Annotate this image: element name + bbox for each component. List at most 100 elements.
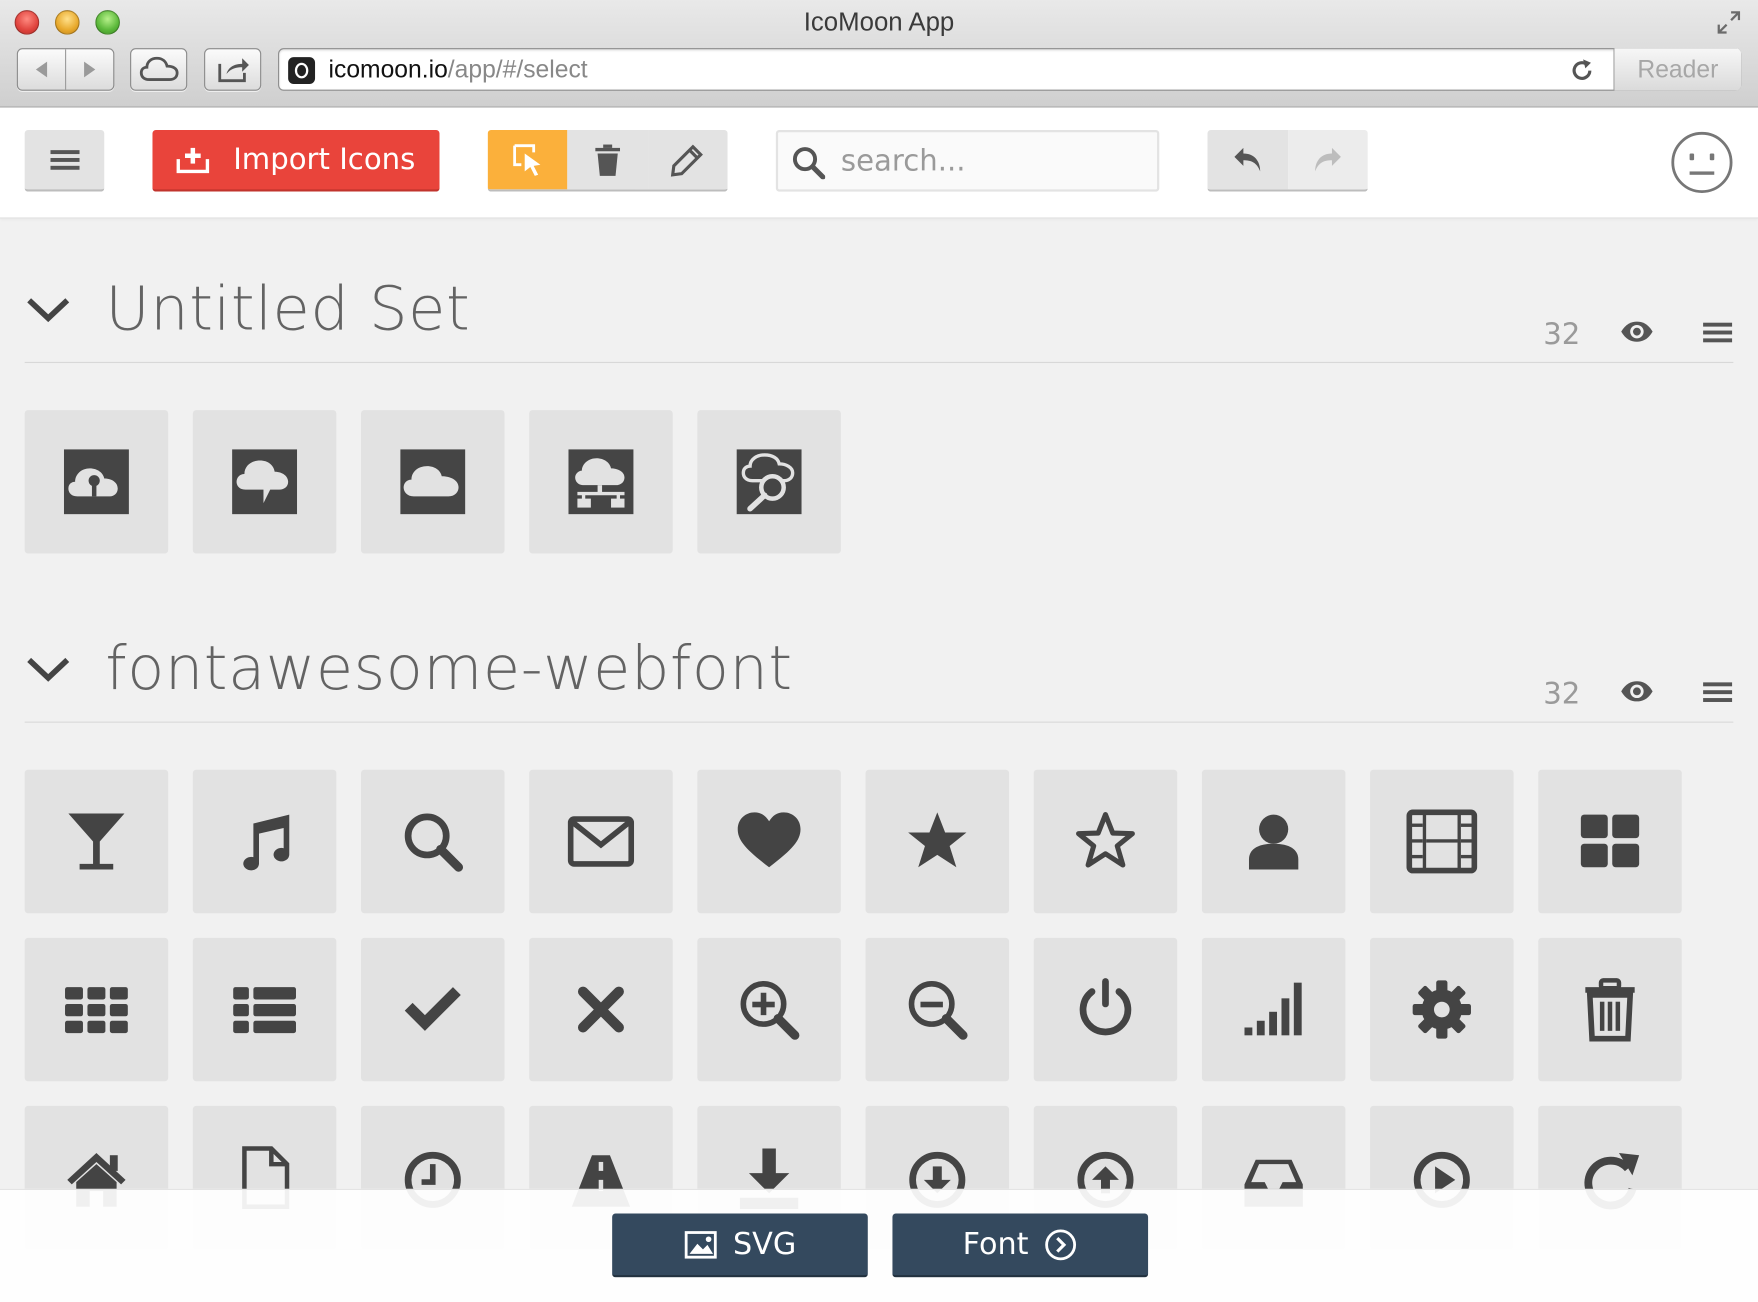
import-icons-button[interactable]: Import Icons xyxy=(152,129,440,192)
icon-tile[interactable] xyxy=(865,937,1010,1082)
back-forward-buttons xyxy=(16,48,115,91)
music-icon xyxy=(243,814,290,871)
icon-tile[interactable] xyxy=(192,769,337,914)
address-bar[interactable]: icomoon.io/app/#/select Reader xyxy=(278,48,1742,91)
envelope-icon xyxy=(567,816,635,867)
fullscreen-icon[interactable] xyxy=(1715,9,1742,36)
svg-label: SVG xyxy=(732,1226,797,1262)
user-icon xyxy=(1248,814,1299,870)
icon-tile[interactable] xyxy=(1033,769,1178,914)
set-title[interactable]: fontawesome-webfont xyxy=(105,633,792,704)
hamburger-icon xyxy=(49,149,80,170)
icon-tile[interactable] xyxy=(192,937,337,1082)
icon-tile[interactable] xyxy=(1033,937,1178,1082)
chevron-right-circle-icon xyxy=(1045,1228,1077,1260)
icon-tile[interactable] xyxy=(1370,769,1514,914)
back-button[interactable] xyxy=(18,49,67,90)
icon-tile[interactable] xyxy=(697,769,841,914)
heart-icon xyxy=(737,812,801,868)
icon-tile[interactable] xyxy=(529,769,673,914)
url-text: icomoon.io/app/#/select xyxy=(328,54,588,83)
set-header-fontawesome: fontawesome-webfont 32 xyxy=(24,633,1734,723)
delete-mode-button[interactable] xyxy=(567,129,648,190)
star-icon xyxy=(908,812,967,868)
remove-icon xyxy=(577,986,624,1033)
select-mode-button[interactable] xyxy=(487,129,568,190)
icon-tile[interactable] xyxy=(24,937,169,1082)
set-title[interactable]: Untitled Set xyxy=(105,273,470,344)
select-pointer-icon xyxy=(512,143,541,176)
icon-tile[interactable] xyxy=(24,410,169,554)
icon-tile[interactable] xyxy=(697,410,841,554)
set-menu-icon[interactable] xyxy=(1703,322,1733,344)
font-label: Font xyxy=(962,1226,1029,1262)
search-icon xyxy=(792,147,826,180)
icon-tile[interactable] xyxy=(1538,937,1682,1082)
star-empty-icon xyxy=(1076,812,1135,868)
th-list-icon xyxy=(233,987,296,1034)
cloud-upload-icon xyxy=(63,449,129,515)
image-icon xyxy=(684,1230,717,1259)
generate-font-button[interactable]: Font xyxy=(892,1213,1149,1278)
trash-icon xyxy=(1585,978,1635,1042)
signal-icon xyxy=(1244,982,1302,1036)
forward-button[interactable] xyxy=(66,49,113,89)
back-arrow-icon xyxy=(35,61,48,78)
chevron-down-icon[interactable] xyxy=(25,647,72,692)
icon-tile[interactable] xyxy=(1201,769,1346,914)
set-menu-icon[interactable] xyxy=(1703,681,1733,703)
cloud-icon xyxy=(139,56,178,81)
share-icon xyxy=(217,58,249,83)
main-menu-button[interactable] xyxy=(24,129,105,192)
edit-mode-button[interactable] xyxy=(647,129,728,190)
icon-tile[interactable] xyxy=(361,410,505,554)
icon-tile[interactable] xyxy=(24,769,169,914)
off-icon xyxy=(1079,978,1132,1036)
search-box xyxy=(775,129,1160,192)
set-header-untitled: Untitled Set 32 xyxy=(24,273,1734,364)
film-icon xyxy=(1406,809,1478,874)
share-button[interactable] xyxy=(204,48,262,91)
icloud-tabs-button[interactable] xyxy=(130,48,188,91)
icon-tile[interactable] xyxy=(529,410,673,554)
app-toolbar: Import Icons xyxy=(0,107,1758,219)
icon-tile[interactable] xyxy=(1538,769,1682,914)
cloud-chat-icon xyxy=(232,449,298,515)
zoom-in-icon xyxy=(740,980,800,1040)
favicon-icon xyxy=(288,57,316,85)
icon-tile[interactable] xyxy=(529,937,673,1082)
generate-svg-button[interactable]: SVG xyxy=(612,1213,868,1278)
eye-icon[interactable] xyxy=(1620,678,1654,705)
redo-icon xyxy=(1315,147,1342,171)
undo-icon xyxy=(1234,147,1260,171)
icon-tile[interactable] xyxy=(361,937,505,1082)
icon-tile[interactable] xyxy=(1370,937,1514,1082)
cog-icon xyxy=(1412,980,1471,1039)
reader-button[interactable]: Reader xyxy=(1613,48,1742,91)
pencil-icon xyxy=(671,144,704,177)
cloud-icon xyxy=(400,449,466,515)
app-window: IcoMoon App icomoon.io/app/#/select Read… xyxy=(0,0,1758,1302)
chevron-down-icon[interactable] xyxy=(25,287,72,332)
icon-tile[interactable] xyxy=(361,769,505,914)
icon-tile[interactable] xyxy=(1201,937,1346,1082)
browser-titlebar: IcoMoon App icomoon.io/app/#/select Read… xyxy=(0,0,1758,108)
undo-button[interactable] xyxy=(1207,129,1288,190)
th-large-icon xyxy=(1580,814,1640,868)
import-icons-label: Import Icons xyxy=(233,142,416,177)
set-icon-count: 32 xyxy=(1543,677,1581,712)
trash-icon xyxy=(595,143,620,176)
cloud-network-icon xyxy=(568,449,634,515)
icon-tile[interactable] xyxy=(697,937,841,1082)
reload-icon[interactable] xyxy=(1569,57,1596,84)
glass-icon xyxy=(68,813,125,870)
icon-tile[interactable] xyxy=(865,769,1010,914)
redo-button[interactable] xyxy=(1287,129,1368,190)
th-icon xyxy=(65,987,128,1034)
eye-icon[interactable] xyxy=(1620,318,1654,345)
forward-arrow-icon xyxy=(84,61,96,78)
zoom-out-icon xyxy=(908,980,968,1040)
search-input[interactable] xyxy=(840,141,1144,182)
user-avatar-icon[interactable] xyxy=(1671,131,1734,194)
icon-tile[interactable] xyxy=(192,410,337,554)
